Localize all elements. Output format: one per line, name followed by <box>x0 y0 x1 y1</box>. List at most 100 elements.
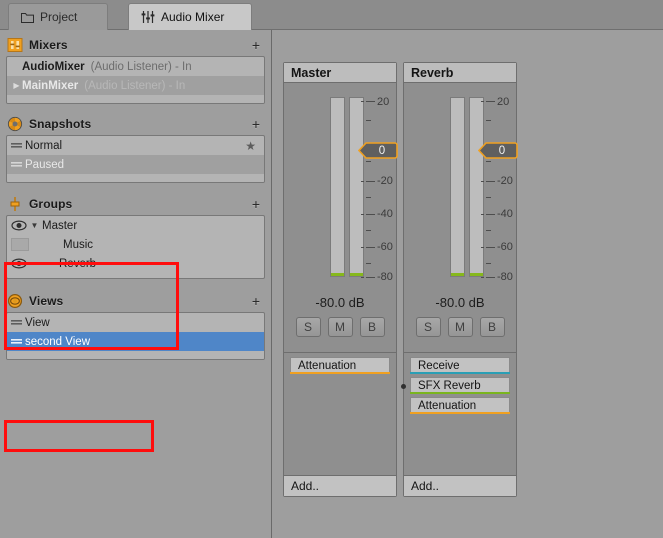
effect-selected-dot-icon <box>401 384 406 389</box>
effect-sfx-reverb[interactable]: SFX Reverb <box>401 377 510 394</box>
db-scale: 20 -20 -40 -60 -80 <box>361 96 400 283</box>
view-name: second View <box>25 335 90 348</box>
snapshot-row-normal[interactable]: Normal ★ <box>7 136 264 155</box>
add-effect-button[interactable]: Add.. <box>404 475 516 496</box>
fader-value: 0 <box>498 144 506 157</box>
add-effect-button[interactable]: Add.. <box>284 475 396 496</box>
effect-receive[interactable]: Receive <box>410 357 510 374</box>
group-name: Reverb <box>59 257 97 270</box>
expand-arrow-icon[interactable]: ▶ <box>11 81 22 90</box>
strip-buttons: S M B <box>404 317 516 337</box>
channel-strip-reverb: Reverb 20 -20 -40 -60 -80 0 -80.0 dB S M… <box>401 62 518 497</box>
mute-button[interactable]: M <box>447 317 473 337</box>
tab-audio-mixer-label: Audio Mixer <box>161 10 225 24</box>
aperture-icon <box>7 116 23 132</box>
vu-meters <box>450 97 484 277</box>
vu-level <box>451 273 464 276</box>
eye-circle-icon <box>7 293 23 309</box>
audio-mixer-icon <box>141 11 155 23</box>
add-group-button[interactable]: + <box>249 197 263 211</box>
db-tick-label: -40 <box>497 208 513 220</box>
effects-list: Attenuation <box>284 353 396 475</box>
visibility-off-box-icon[interactable] <box>11 238 29 251</box>
volume-fader-handle[interactable]: 0 <box>477 142 518 159</box>
tab-bar: Project Audio Mixer <box>0 0 663 30</box>
group-row-music[interactable]: Music <box>7 235 264 254</box>
snapshot-name: Paused <box>25 158 65 171</box>
add-mixer-button[interactable]: + <box>249 38 263 52</box>
group-name: Music <box>63 238 94 251</box>
vu-meter-left <box>330 97 345 277</box>
mixer-row-audiomixer[interactable]: AudioMixer (Audio Listener) - In <box>7 57 264 76</box>
add-snapshot-button[interactable]: + <box>249 117 263 131</box>
effect-name: Attenuation <box>298 359 357 372</box>
db-tick-label: -20 <box>377 175 393 187</box>
drag-handle-icon[interactable] <box>11 319 25 326</box>
drag-handle-icon[interactable] <box>11 338 25 345</box>
sidebar: Mixers + AudioMixer (Audio Listener) - I… <box>0 30 272 538</box>
db-readout: -80.0 dB <box>315 295 365 310</box>
section-snapshots: Snapshots + Normal ★ Paused <box>0 104 271 183</box>
mixer-name: MainMixer <box>22 79 79 92</box>
tab-audio-mixer[interactable]: Audio Mixer <box>128 3 252 30</box>
view-row-view[interactable]: View <box>7 313 264 332</box>
solo-button[interactable]: S <box>415 317 441 337</box>
db-readout: -80.0 dB <box>435 295 485 310</box>
section-groups: Groups + ▼ Master Music Reverb <box>0 183 271 279</box>
vu-meters <box>330 97 364 277</box>
solo-button[interactable]: S <box>295 317 321 337</box>
mixers-list: AudioMixer (Audio Listener) - In ▶ MainM… <box>6 56 265 104</box>
db-tick-label: -20 <box>497 175 513 187</box>
effect-color-bar <box>410 412 510 414</box>
db-tick-label: 20 <box>377 96 390 108</box>
snapshot-name: Normal <box>25 139 63 152</box>
tab-project[interactable]: Project <box>8 3 108 30</box>
fader-icon <box>7 196 23 212</box>
view-row-second-view[interactable]: second View <box>7 332 264 351</box>
db-tick-label: -40 <box>377 208 393 220</box>
vu-meter-right <box>469 97 484 277</box>
db-tick-label: -60 <box>497 241 513 253</box>
snapshot-row-paused[interactable]: Paused <box>7 155 264 174</box>
strip-title: Master <box>284 63 396 83</box>
drag-handle-icon[interactable] <box>11 161 25 168</box>
group-row-reverb[interactable]: Reverb <box>7 254 264 273</box>
group-row-master[interactable]: ▼ Master <box>7 216 264 235</box>
visibility-eye-icon[interactable] <box>11 219 29 233</box>
bypass-button[interactable]: B <box>359 317 385 337</box>
mixer-strips-area: Master 20 -20 -40 -60 -80 0 -80.0 dB S M… <box>273 30 663 538</box>
mixer-detail: (Audio Listener) - In <box>90 60 192 73</box>
fader-value: 0 <box>378 144 386 157</box>
star-icon[interactable]: ★ <box>245 139 260 153</box>
strip-buttons: S M B <box>284 317 396 337</box>
volume-fader-handle[interactable]: 0 <box>357 142 398 159</box>
effect-attenuation[interactable]: Attenuation <box>290 357 390 374</box>
views-list: View second View <box>6 312 265 360</box>
folder-icon <box>21 12 34 23</box>
strip-title: Reverb <box>404 63 516 83</box>
groups-header: Groups + <box>0 193 271 215</box>
group-name: Master <box>42 219 78 232</box>
expand-arrow-icon[interactable]: ▼ <box>29 221 40 230</box>
visibility-eye-icon[interactable] <box>11 257 29 271</box>
db-tick-label: 20 <box>497 96 510 108</box>
views-list-filler <box>7 351 264 359</box>
vu-meter-left <box>450 97 465 277</box>
mute-button[interactable]: M <box>327 317 353 337</box>
snapshots-header: Snapshots + <box>0 113 271 135</box>
mixer-row-mainmixer[interactable]: ▶ MainMixer (Audio Listener) - In <box>7 76 264 95</box>
groups-title: Groups <box>29 197 73 211</box>
effect-attenuation[interactable]: Attenuation <box>410 397 510 414</box>
effects-list: Receive SFX Reverb Attenuation <box>401 353 516 475</box>
mixers-header: Mixers + <box>0 34 271 56</box>
drag-handle-icon[interactable] <box>11 142 25 149</box>
mixer-name: AudioMixer <box>22 60 85 73</box>
vu-meter-right <box>349 97 364 277</box>
mixers-title: Mixers <box>29 38 68 52</box>
mixer-sliders-icon <box>7 37 23 53</box>
db-tick-label: -80 <box>497 271 513 283</box>
section-mixers: Mixers + AudioMixer (Audio Listener) - I… <box>0 30 271 104</box>
bypass-button[interactable]: B <box>479 317 505 337</box>
add-view-button[interactable]: + <box>249 294 263 308</box>
mixer-detail: (Audio Listener) - In <box>84 79 186 92</box>
